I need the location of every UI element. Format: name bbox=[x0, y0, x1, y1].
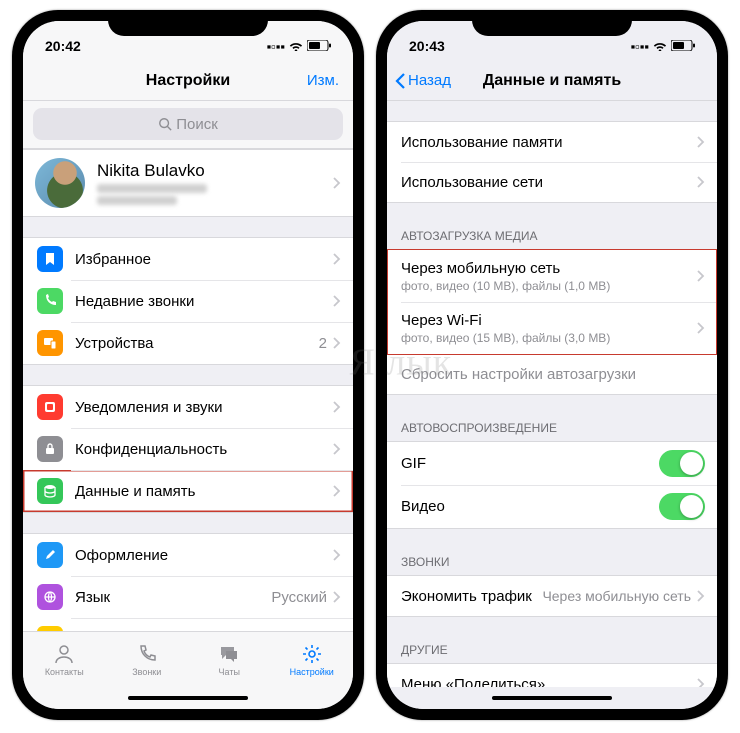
chats-icon bbox=[218, 643, 240, 665]
battery-icon bbox=[671, 39, 695, 54]
tab-calls[interactable]: Звонки bbox=[106, 632, 189, 687]
phone-icon bbox=[37, 288, 63, 314]
section-header-automedia: АВТОЗАГРУЗКА МЕДИА bbox=[387, 223, 717, 249]
bell-icon bbox=[37, 394, 63, 420]
share-menu-row[interactable]: Меню «Поделиться» bbox=[387, 664, 717, 687]
chevron-right-icon bbox=[333, 401, 341, 413]
nav-bar: Настройки Изм. bbox=[23, 61, 353, 101]
search-input[interactable]: Поиск bbox=[33, 108, 343, 140]
wifi-icon bbox=[653, 39, 667, 54]
signal-icon: ▪▫▪▪ bbox=[631, 39, 649, 54]
chevron-right-icon bbox=[333, 337, 341, 349]
storage-usage-row[interactable]: Использование памяти bbox=[387, 122, 717, 162]
nav-title: Настройки bbox=[146, 72, 230, 90]
edit-button[interactable]: Изм. bbox=[307, 72, 339, 89]
section-header-calls: ЗВОНКИ bbox=[387, 549, 717, 575]
globe-icon bbox=[37, 584, 63, 610]
wifi-row[interactable]: Через Wi-Fi фото, видео (15 MB), файлы (… bbox=[387, 302, 717, 354]
signal-icon: ▪▫▪▪ bbox=[267, 39, 285, 54]
video-toggle[interactable] bbox=[659, 493, 705, 520]
chevron-right-icon bbox=[697, 176, 705, 188]
status-icons: ▪▫▪▪ bbox=[631, 39, 695, 54]
time: 20:43 bbox=[409, 38, 445, 54]
avatar bbox=[35, 158, 85, 208]
chevron-right-icon bbox=[697, 136, 705, 148]
nav-bar: Назад Данные и память bbox=[387, 61, 717, 101]
cellular-row[interactable]: Через мобильную сеть фото, видео (10 MB)… bbox=[387, 250, 717, 302]
privacy-row[interactable]: Конфиденциальность bbox=[23, 428, 353, 470]
stickers-row[interactable]: Стикеры bbox=[23, 618, 353, 631]
profile-name: Nikita Bulavko bbox=[97, 161, 333, 181]
save-traffic-row[interactable]: Экономить трафик Через мобильную сеть bbox=[387, 576, 717, 616]
blurred-line bbox=[97, 184, 207, 193]
nav-title: Данные и память bbox=[483, 72, 621, 90]
chevron-right-icon bbox=[333, 591, 341, 603]
home-indicator[interactable] bbox=[23, 687, 353, 709]
bookmark-icon bbox=[37, 246, 63, 272]
chevron-right-icon bbox=[697, 322, 705, 334]
phone-right: 20:43 ▪▫▪▪ Назад Данные и память Использ… bbox=[376, 10, 728, 720]
notch bbox=[108, 10, 268, 36]
data-storage-row[interactable]: Данные и память bbox=[23, 470, 353, 512]
notifications-row[interactable]: Уведомления и звуки bbox=[23, 386, 353, 428]
brush-icon bbox=[37, 542, 63, 568]
notch bbox=[472, 10, 632, 36]
back-button[interactable]: Назад bbox=[395, 72, 451, 90]
save-traffic-value: Через мобильную сеть bbox=[542, 588, 691, 604]
language-value: Русский bbox=[271, 589, 327, 606]
language-row[interactable]: Язык Русский bbox=[23, 576, 353, 618]
sticker-icon bbox=[37, 626, 63, 631]
tab-chats[interactable]: Чаты bbox=[188, 632, 271, 687]
chevron-right-icon bbox=[697, 270, 705, 282]
home-indicator[interactable] bbox=[387, 687, 717, 709]
lock-icon bbox=[37, 436, 63, 462]
chevron-right-icon bbox=[333, 443, 341, 455]
time: 20:42 bbox=[45, 38, 81, 54]
chevron-right-icon bbox=[333, 295, 341, 307]
gif-toggle[interactable] bbox=[659, 450, 705, 477]
battery-icon bbox=[307, 39, 331, 54]
gif-row: GIF bbox=[387, 442, 717, 485]
profile-row[interactable]: Nikita Bulavko bbox=[23, 150, 353, 216]
section-header-other: ДРУГИЕ bbox=[387, 637, 717, 663]
video-row: Видео bbox=[387, 485, 717, 528]
chevron-right-icon bbox=[333, 549, 341, 561]
blurred-line bbox=[97, 196, 177, 205]
wifi-icon bbox=[289, 39, 303, 54]
section-header-autoplay: АВТОВОСПРОИЗВЕДЕНИЕ bbox=[387, 415, 717, 441]
gear-icon bbox=[301, 643, 323, 665]
devices-count: 2 bbox=[319, 335, 327, 352]
tab-settings[interactable]: Настройки bbox=[271, 632, 354, 687]
devices-icon bbox=[37, 330, 63, 356]
status-icons: ▪▫▪▪ bbox=[267, 39, 331, 54]
tab-bar: Контакты Звонки Чаты Настройки bbox=[23, 631, 353, 687]
devices-row[interactable]: Устройства 2 bbox=[23, 322, 353, 364]
search-icon bbox=[158, 117, 172, 131]
chevron-right-icon bbox=[333, 177, 341, 189]
contact-icon bbox=[53, 643, 75, 665]
phone-left: 20:42 ▪▫▪▪ Настройки Изм. Поиск bbox=[12, 10, 364, 720]
chevron-right-icon bbox=[697, 590, 705, 602]
reset-autodownload-row[interactable]: Сбросить настройки автозагрузки bbox=[387, 354, 717, 394]
chevron-right-icon bbox=[333, 485, 341, 497]
chevron-right-icon bbox=[333, 253, 341, 265]
appearance-row[interactable]: Оформление bbox=[23, 534, 353, 576]
favorites-row[interactable]: Избранное bbox=[23, 238, 353, 280]
network-usage-row[interactable]: Использование сети bbox=[387, 162, 717, 202]
chevron-right-icon bbox=[697, 678, 705, 687]
tab-contacts[interactable]: Контакты bbox=[23, 632, 106, 687]
recent-calls-row[interactable]: Недавние звонки bbox=[23, 280, 353, 322]
phone-icon bbox=[136, 643, 158, 665]
chevron-left-icon bbox=[395, 72, 406, 90]
database-icon bbox=[37, 478, 63, 504]
